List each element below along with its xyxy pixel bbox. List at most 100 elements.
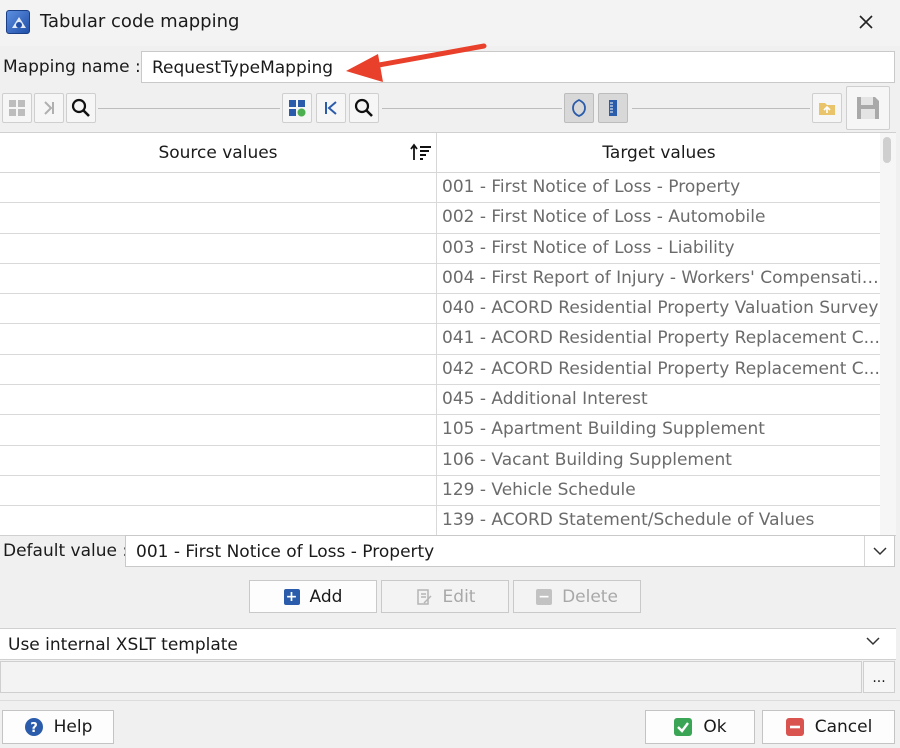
folder-upload-icon — [819, 103, 835, 115]
close-button[interactable] — [846, 4, 886, 40]
grid-map-icon — [9, 100, 25, 116]
target-map-button[interactable] — [282, 93, 312, 123]
edit-button[interactable]: Edit — [381, 580, 509, 613]
search-target-button[interactable] — [349, 93, 379, 123]
mapping-grid: Source values Target values 001 - First … — [0, 132, 896, 536]
cancel-icon — [785, 718, 804, 736]
target-cell[interactable]: 105 - Apartment Building Supplement — [437, 415, 880, 444]
ok-button[interactable]: Ok — [645, 710, 755, 744]
source-cell[interactable] — [0, 445, 437, 475]
source-cell[interactable] — [0, 415, 437, 445]
source-cell[interactable] — [0, 203, 437, 233]
target-cell[interactable]: 129 - Vehicle Schedule — [437, 476, 880, 505]
column-header-source[interactable]: Source values — [0, 133, 437, 173]
source-cell[interactable] — [0, 324, 437, 354]
sort-icon[interactable] — [410, 143, 432, 163]
window-title: Tabular code mapping — [40, 11, 240, 32]
table-row[interactable]: 040 - ACORD Residential Property Valuati… — [0, 294, 880, 325]
table-row[interactable]: 106 - Vacant Building Supplement — [0, 445, 880, 476]
source-cell[interactable] — [0, 263, 437, 294]
search-icon — [71, 98, 90, 117]
source-cell[interactable] — [0, 354, 437, 385]
footer-divider — [0, 700, 900, 701]
grid-header: Source values Target values — [0, 133, 880, 173]
edit-button-label: Edit — [442, 586, 476, 607]
shield-icon — [572, 98, 586, 117]
plus-icon: + — [283, 588, 300, 605]
table-row[interactable]: 001 - First Notice of Loss - Property — [0, 173, 880, 204]
source-cell[interactable] — [0, 233, 437, 263]
toolbar — [0, 88, 900, 132]
ruler-toggle-button[interactable] — [598, 93, 628, 123]
chevron-down-icon[interactable] — [866, 636, 880, 646]
source-cell[interactable] — [0, 173, 437, 203]
source-cell[interactable] — [0, 294, 437, 324]
delete-button-label: Delete — [562, 586, 618, 607]
target-cell[interactable]: 139 - ACORD Statement/Schedule of Values — [437, 506, 880, 535]
skip-end-icon — [44, 101, 54, 115]
default-value-label: Default value : — [3, 541, 129, 561]
source-cell[interactable] — [0, 385, 437, 415]
help-icon: ? — [24, 718, 43, 736]
svg-text:?: ? — [30, 721, 38, 736]
browse-button[interactable]: ... — [863, 661, 895, 693]
grid-target-icon — [289, 100, 306, 117]
auto-map-button[interactable] — [2, 93, 32, 123]
open-folder-button[interactable] — [812, 93, 842, 123]
default-value-select[interactable]: 001 - First Notice of Loss - Property — [125, 535, 895, 567]
table-row[interactable]: 003 - First Notice of Loss - Liability — [0, 233, 880, 264]
grid-scrollbar[interactable] — [880, 133, 896, 535]
search-icon — [354, 98, 373, 117]
floppy-disk-icon — [857, 97, 879, 119]
table-row[interactable]: 129 - Vehicle Schedule — [0, 475, 880, 507]
source-cell[interactable] — [0, 506, 437, 535]
source-cell[interactable] — [0, 475, 437, 506]
close-icon — [859, 15, 873, 29]
ok-button-label: Ok — [703, 717, 727, 737]
target-cell[interactable]: 003 - First Notice of Loss - Liability — [437, 234, 880, 263]
add-button-label: Add — [309, 586, 343, 607]
minus-icon: − — [536, 588, 553, 605]
help-button-label: Help — [53, 717, 93, 737]
default-value-dropdown-button[interactable] — [864, 536, 894, 566]
table-row[interactable]: 004 - First Report of Injury - Workers' … — [0, 263, 880, 295]
target-cell[interactable]: 001 - First Notice of Loss - Property — [437, 173, 880, 202]
target-cell[interactable]: 004 - First Report of Injury - Workers' … — [437, 264, 880, 293]
target-cell[interactable]: 042 - ACORD Residential Property Replace… — [437, 355, 880, 384]
grid-rows: 001 - First Notice of Loss - Property 00… — [0, 173, 880, 535]
mapping-name-input[interactable]: RequestTypeMapping — [141, 51, 895, 83]
target-cell[interactable]: 041 - ACORD Residential Property Replace… — [437, 324, 880, 353]
cancel-button-label: Cancel — [814, 717, 873, 737]
search-source-button[interactable] — [66, 93, 96, 123]
cancel-button[interactable]: Cancel — [762, 710, 895, 744]
target-cell[interactable]: 045 - Additional Interest — [437, 385, 880, 414]
xslt-path-input[interactable] — [0, 661, 862, 693]
edit-document-icon — [416, 588, 432, 605]
arrow-annotation-icon — [346, 43, 487, 82]
check-icon — [674, 718, 693, 736]
table-row[interactable]: 105 - Apartment Building Supplement — [0, 415, 880, 446]
target-cell[interactable]: 106 - Vacant Building Supplement — [437, 446, 880, 475]
table-row[interactable]: 045 - Additional Interest — [0, 385, 880, 416]
mapping-name-label: Mapping name : — [3, 57, 141, 77]
go-last-button[interactable] — [34, 93, 64, 123]
target-cell[interactable]: 040 - ACORD Residential Property Valuati… — [437, 294, 880, 323]
table-row[interactable]: 139 - ACORD Statement/Schedule of Values — [0, 506, 880, 535]
target-cell[interactable]: 002 - First Notice of Loss - Automobile — [437, 203, 880, 232]
go-first-button[interactable] — [316, 93, 346, 123]
link-toggle-button[interactable] — [564, 93, 594, 123]
help-button[interactable]: ? Help — [2, 710, 114, 744]
grid-scrollbar-thumb[interactable] — [883, 137, 891, 163]
app-icon — [6, 10, 30, 34]
xslt-template-select[interactable]: Use internal XSLT template — [0, 628, 896, 660]
chevron-down-icon — [872, 547, 887, 556]
table-row[interactable]: 041 - ACORD Residential Property Replace… — [0, 324, 880, 355]
add-button[interactable]: + Add — [249, 580, 377, 613]
save-button[interactable] — [846, 86, 890, 130]
skip-start-icon — [325, 101, 337, 115]
delete-button[interactable]: − Delete — [513, 580, 641, 613]
table-row[interactable]: 002 - First Notice of Loss - Automobile — [0, 203, 880, 234]
column-header-target[interactable]: Target values — [438, 133, 880, 173]
ruler-icon — [609, 100, 617, 116]
table-row[interactable]: 042 - ACORD Residential Property Replace… — [0, 354, 880, 386]
